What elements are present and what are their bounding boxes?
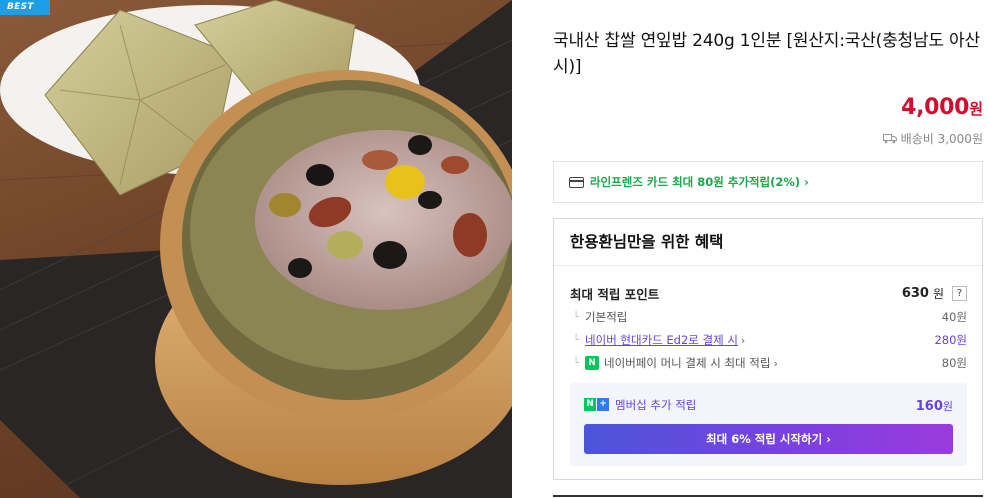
points-row-card[interactable]: └ 네이버 현대카드 Ed2로 결제 시 › 280원 (573, 332, 967, 348)
points-row-value: 280원 (934, 333, 967, 347)
points-row-basic: └ 기본적립 40원 (573, 310, 967, 324)
naver-plus-icon: N + (584, 398, 609, 411)
price-unit: 원 (969, 100, 983, 118)
divider (553, 495, 983, 497)
card-promo-banner[interactable]: 라인프렌즈 카드 최대 80원 추가적립(2%) › (553, 161, 983, 203)
start-earning-button[interactable]: 최대 6% 적립 시작하기 › (584, 424, 953, 454)
benefit-box: 한용환님만을 위한 혜택 최대 적립 포인트 630 원 ? └ 기본적립 40원 … (553, 218, 983, 480)
chevron-right-icon: › (740, 333, 746, 347)
card-promo-text: 라인프렌즈 카드 최대 80원 추가적립(2%) › (590, 175, 809, 189)
points-row-label: 기본적립 (585, 310, 628, 324)
product-title: 국내산 찹쌀 연잎밥 240g 1인분 [원산지:국산(충청남도 아산시)] (553, 31, 980, 77)
benefit-title: 한용환님만을 위한 혜택 (554, 219, 982, 266)
price-value: 4,000 (901, 95, 970, 120)
points-row-npay[interactable]: └ N 네이버페이 머니 결제 시 최대 적립 › 80원 (573, 355, 967, 371)
price: 4,000원 (901, 95, 983, 120)
max-points-label: 최대 적립 포인트 (570, 287, 660, 302)
lotus-rice-photo (0, 0, 512, 498)
product-info-panel: 국내산 찹쌀 연잎밥 240g 1인분 [원산지:국산(충청남도 아산시)] 4… (553, 0, 983, 498)
max-points-value: 630 (901, 286, 929, 301)
points-row-value: 40원 (941, 310, 967, 324)
membership-label: 멤버십 추가 적립 (615, 397, 697, 412)
npay-link[interactable]: 네이버페이 머니 결제 시 최대 적립 (604, 355, 770, 371)
naver-pay-icon: N (585, 356, 600, 370)
help-icon[interactable]: ? (952, 286, 967, 301)
card-payment-link[interactable]: 네이버 현대카드 Ed2로 결제 시 (585, 332, 738, 348)
product-image[interactable]: BEST (0, 0, 512, 498)
shipping-text: 배송비 3,000원 (900, 132, 983, 146)
points-row-value: 80원 (941, 356, 967, 370)
membership-box: N + 멤버십 추가 적립 160원 최대 6% 적립 시작하기 › (570, 383, 967, 466)
chevron-right-icon: › (773, 356, 778, 370)
truck-icon (882, 134, 897, 144)
credit-card-icon (569, 176, 584, 188)
membership-row: N + 멤버십 추가 적립 160원 (584, 395, 953, 414)
max-points-unit: 원 (932, 287, 944, 301)
shipping-info: 배송비 3,000원 (882, 130, 983, 147)
best-badge: BEST (0, 0, 50, 15)
membership-value: 160 (915, 399, 943, 414)
membership-unit: 원 (942, 400, 953, 413)
max-points-row: 최대 적립 포인트 630 원 ? (570, 284, 967, 303)
